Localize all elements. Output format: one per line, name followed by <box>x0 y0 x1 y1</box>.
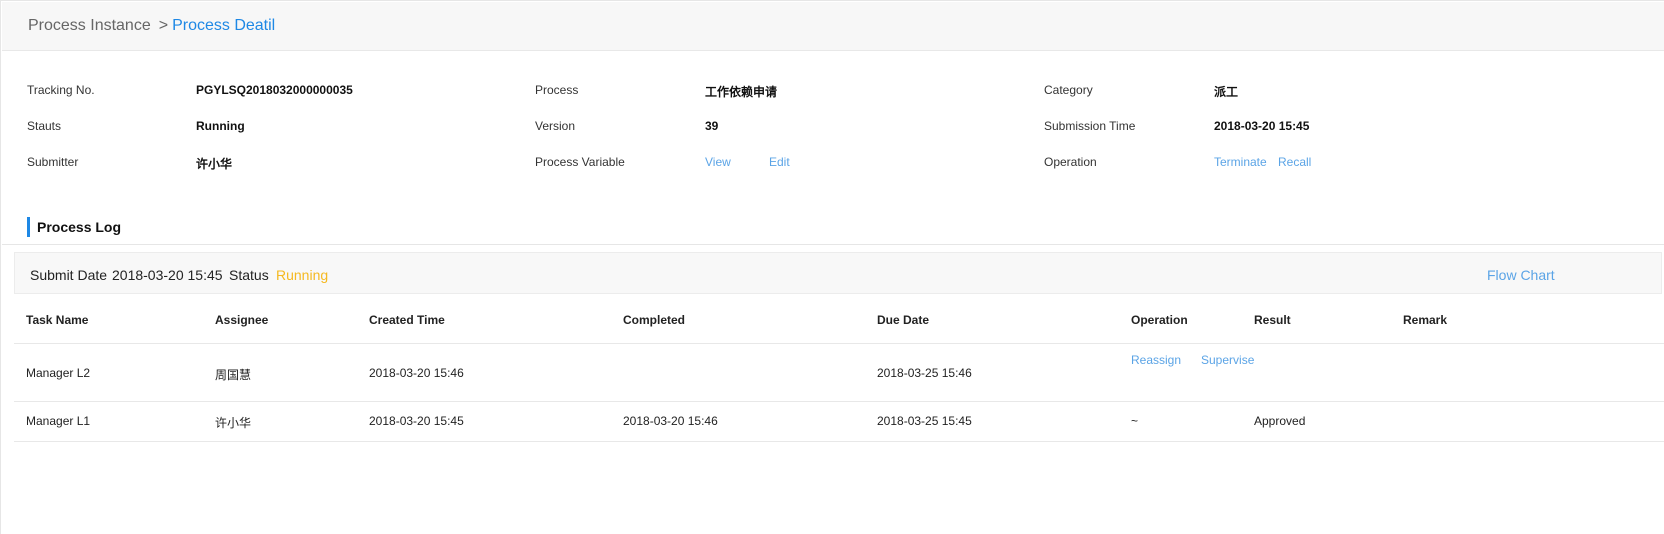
submitter-value: 许小华 <box>196 157 233 171</box>
breadcrumb: Process Instance > Process Deatil <box>28 17 275 35</box>
variable-edit-link[interactable]: Edit <box>769 155 790 169</box>
column-completed: Completed <box>623 313 686 327</box>
due-date-cell: 2018-03-25 15:45 <box>877 414 972 428</box>
supervise-link[interactable]: Supervise <box>1131 351 1257 369</box>
submit-date-value: 2018-03-20 15:45 <box>112 267 223 283</box>
version-value: 39 <box>705 119 719 133</box>
completed-cell: 2018-03-20 15:46 <box>623 414 718 428</box>
column-result: Result <box>1254 313 1291 327</box>
submission-time-value: 2018-03-20 15:45 <box>1214 119 1310 133</box>
result-cell: Approved <box>1254 414 1306 428</box>
breadcrumb-separator: > <box>158 17 169 34</box>
variable-view-link[interactable]: View <box>705 155 731 169</box>
column-due-date: Due Date <box>877 313 930 327</box>
terminate-link[interactable]: Terminate <box>1214 155 1267 169</box>
version-label: Version <box>535 119 576 133</box>
process-log-title: Process Log <box>27 217 121 237</box>
log-divider <box>2 244 1664 245</box>
recall-link[interactable]: Recall <box>1278 155 1311 169</box>
column-assignee: Assignee <box>215 313 269 327</box>
flow-chart-link[interactable]: Flow Chart <box>1487 267 1555 283</box>
category-label: Category <box>1044 83 1093 97</box>
submit-date-label: Submit Date <box>30 267 108 283</box>
table-header-row: Task Name Assignee Created Time Complete… <box>14 303 1664 344</box>
table-row: Manager L2 周国慧 2018-03-20 15:46 2018-03-… <box>14 344 1664 402</box>
due-date-cell: 2018-03-25 15:46 <box>877 366 972 380</box>
log-status-value: Running <box>276 267 329 283</box>
assignee-cell: 许小华 <box>215 416 252 430</box>
created-time-cell: 2018-03-20 15:46 <box>369 366 464 380</box>
log-summary-bar: Submit Date 2018-03-20 15:45 Status Runn… <box>14 252 1662 294</box>
task-name-cell: Manager L1 <box>26 414 91 428</box>
category-value: 派工 <box>1214 85 1239 99</box>
page-frame: Process Instance > Process Deatil Tracking… <box>0 0 1664 534</box>
table-row: Manager L1 许小华 2018-03-20 15:45 2018-03-… <box>14 402 1664 442</box>
column-operation: Operation <box>1131 313 1188 327</box>
tracking-label: Tracking No. <box>27 83 95 97</box>
process-value: 工作依赖申请 <box>705 85 778 99</box>
status-value: Running <box>196 119 245 133</box>
column-remark: Remark <box>1403 313 1448 327</box>
assignee-cell: 周国慧 <box>215 368 252 382</box>
tracking-value: PGYLSQ2018032000000035 <box>196 83 353 97</box>
log-status-label: Status <box>229 267 269 283</box>
breadcrumb-bar: Process Instance > Process Deatil <box>2 2 1664 51</box>
submitter-label: Submitter <box>27 155 79 169</box>
operation-label: Operation <box>1044 155 1097 169</box>
breadcrumb-process-instance[interactable]: Process Instance <box>28 17 151 34</box>
process-variable-label: Process Variable <box>535 155 625 169</box>
task-name-cell: Manager L2 <box>26 366 91 380</box>
created-time-cell: 2018-03-20 15:45 <box>369 414 464 428</box>
column-created-time: Created Time <box>369 313 445 327</box>
operation-cell: ~ <box>1131 414 1139 428</box>
submission-time-label: Submission Time <box>1044 119 1136 133</box>
process-label: Process <box>535 83 579 97</box>
status-label: Stauts <box>27 119 62 133</box>
column-task-name: Task Name <box>26 313 89 327</box>
breadcrumb-current: Process Deatil <box>172 17 276 34</box>
